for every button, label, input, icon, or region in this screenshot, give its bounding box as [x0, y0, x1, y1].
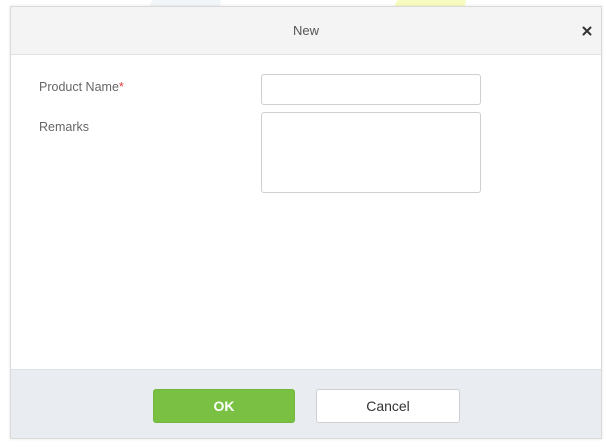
dialog-footer: OK Cancel — [11, 369, 601, 438]
dialog-header: New — [11, 7, 601, 55]
close-icon — [582, 26, 592, 36]
remarks-label: Remarks — [39, 120, 90, 134]
ok-button[interactable]: OK — [153, 389, 295, 423]
required-mark: * — [118, 80, 124, 94]
new-product-dialog: New Product Name* Remarks OK Cancel — [10, 6, 602, 439]
page: New Product Name* Remarks OK Cancel — [0, 0, 606, 447]
product-name-label-text: Product Name — [39, 80, 119, 94]
product-name-label: Product Name* — [39, 80, 124, 94]
product-name-input[interactable] — [261, 74, 481, 105]
remarks-textarea[interactable] — [261, 112, 481, 193]
cancel-button[interactable]: Cancel — [316, 389, 460, 423]
close-button[interactable] — [577, 21, 597, 41]
dialog-title: New — [292, 23, 319, 38]
